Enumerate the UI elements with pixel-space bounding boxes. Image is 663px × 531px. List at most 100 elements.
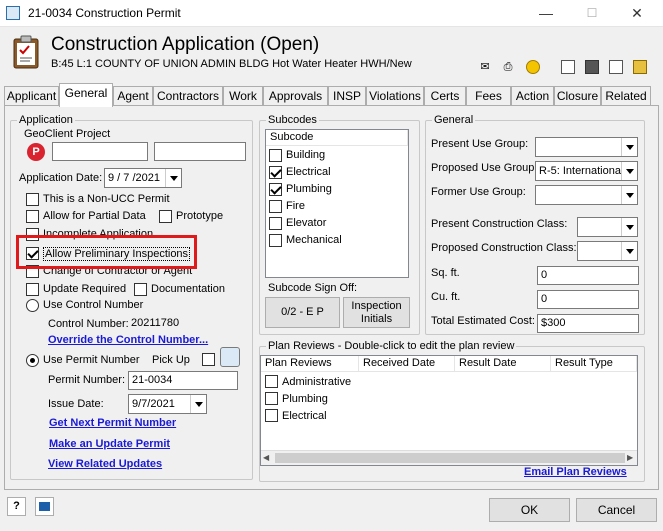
- plan-reviews-column-header[interactable]: Plan Reviews: [261, 356, 359, 372]
- geoclient-button[interactable]: P: [27, 143, 45, 161]
- general-group-label: General: [432, 114, 476, 126]
- tab-violations[interactable]: Violations: [366, 86, 424, 106]
- result-type-column-header[interactable]: Result Type: [551, 356, 637, 372]
- calculator-icon[interactable]: [35, 497, 54, 516]
- application-group-label: Application: [17, 114, 75, 126]
- lock-icon[interactable]: [633, 60, 647, 74]
- subcode-column-header[interactable]: Subcode: [266, 130, 408, 146]
- ok-button[interactable]: OK: [489, 498, 570, 522]
- subcode-label-building: Building: [286, 149, 326, 161]
- allow-prelim-label: Allow Preliminary Inspections: [43, 247, 191, 261]
- save-icon[interactable]: [585, 60, 599, 74]
- permit-number-input[interactable]: 21-0034: [128, 371, 238, 390]
- refresh-icon[interactable]: [220, 347, 240, 367]
- title-bar: 21-0034 Construction Permit — ☐ ✕: [0, 0, 663, 27]
- update-required-checkbox[interactable]: [26, 283, 39, 296]
- present-use-select[interactable]: [535, 137, 638, 157]
- subcode-checkbox-plumbing[interactable]: [269, 183, 282, 196]
- page-title: Construction Application (Open): [51, 34, 320, 55]
- minimize-button[interactable]: —: [526, 2, 566, 24]
- scroll-right-icon[interactable]: ▶: [627, 452, 637, 464]
- received-date-column-header[interactable]: Received Date: [359, 356, 455, 372]
- allow-prelim-checkbox[interactable]: [26, 247, 39, 260]
- next-permit-link[interactable]: Get Next Permit Number: [49, 417, 176, 429]
- close-button[interactable]: ✕: [617, 2, 657, 24]
- inspection-initials-button[interactable]: Inspection Initials: [343, 297, 410, 328]
- horizontal-scrollbar[interactable]: ◀ ▶: [261, 450, 637, 465]
- use-control-radio[interactable]: [26, 299, 39, 312]
- proposed-class-label: Proposed Construction Class:: [431, 242, 577, 254]
- documentation-checkbox[interactable]: [134, 283, 147, 296]
- chevron-down-icon[interactable]: [190, 395, 206, 413]
- maximize-button[interactable]: ☐: [572, 2, 612, 24]
- geoclient-field-1[interactable]: [52, 142, 148, 161]
- view-related-link[interactable]: View Related Updates: [48, 458, 162, 470]
- partial-data-checkbox[interactable]: [26, 210, 39, 223]
- proposed-use-select[interactable]: R-5: International: [535, 161, 638, 181]
- tab-action[interactable]: Action: [511, 86, 554, 106]
- tab-fees[interactable]: Fees: [466, 86, 511, 106]
- chevron-down-icon[interactable]: [621, 186, 637, 204]
- prototype-checkbox[interactable]: [159, 210, 172, 223]
- permit-number-label: Permit Number:: [48, 374, 126, 386]
- subcode-checkbox-elevator[interactable]: [269, 217, 282, 230]
- tab-agent[interactable]: Agent: [113, 86, 153, 106]
- subcode-checkbox-mechanical[interactable]: [269, 234, 282, 247]
- tab-applicant[interactable]: Applicant: [4, 86, 59, 106]
- tab-approvals[interactable]: Approvals: [263, 86, 328, 106]
- subcode-checkbox-fire[interactable]: [269, 200, 282, 213]
- plan-review-checkbox-administrative[interactable]: [265, 375, 278, 388]
- update-permit-link[interactable]: Make an Update Permit: [49, 438, 170, 450]
- application-date-picker[interactable]: 9 / 7 /2021: [104, 168, 182, 188]
- chevron-down-icon[interactable]: [621, 242, 637, 260]
- tab-closure[interactable]: Closure: [554, 86, 601, 106]
- tab-insp[interactable]: INSP: [328, 86, 366, 106]
- clock-icon[interactable]: [526, 60, 540, 74]
- chevron-down-icon[interactable]: [621, 218, 637, 236]
- subcode-label-electrical: Electrical: [286, 166, 331, 178]
- control-number-label: Control Number:: [48, 318, 129, 330]
- list-icon[interactable]: [609, 60, 623, 74]
- plan-review-checkbox-plumbing[interactable]: [265, 392, 278, 405]
- signoff-button[interactable]: 0/2 - E P: [265, 297, 340, 328]
- chevron-down-icon[interactable]: [165, 169, 181, 187]
- former-use-select[interactable]: [535, 185, 638, 205]
- sqft-input[interactable]: 0: [537, 266, 639, 285]
- geoclient-field-2[interactable]: [154, 142, 246, 161]
- plan-review-label-administrative: Administrative: [282, 376, 352, 388]
- pickup-checkbox[interactable]: [202, 353, 215, 366]
- tab-general[interactable]: General: [59, 83, 113, 107]
- email-plan-reviews-link[interactable]: Email Plan Reviews: [524, 466, 627, 478]
- document-icon[interactable]: [561, 60, 575, 74]
- print-icon[interactable]: ⎙: [501, 60, 515, 74]
- proposed-use-value: R-5: International: [539, 165, 624, 177]
- chevron-down-icon[interactable]: [621, 138, 637, 156]
- tab-certs[interactable]: Certs: [424, 86, 466, 106]
- proposed-class-select[interactable]: [577, 241, 638, 261]
- total-cost-input[interactable]: $300: [537, 314, 639, 333]
- use-permit-radio[interactable]: [26, 354, 39, 367]
- issue-date-label: Issue Date:: [48, 398, 104, 410]
- inspection-initials-line1: Inspection: [351, 300, 402, 312]
- chevron-down-icon[interactable]: [621, 162, 637, 180]
- cuft-input[interactable]: 0: [537, 290, 639, 309]
- application-date-value: 9 / 7 /2021: [108, 172, 160, 184]
- subcode-checkbox-electrical[interactable]: [269, 166, 282, 179]
- cancel-button[interactable]: Cancel: [576, 498, 657, 522]
- prototype-label: Prototype: [176, 210, 224, 222]
- tab-work[interactable]: Work: [223, 86, 263, 106]
- help-icon[interactable]: ?: [7, 497, 26, 516]
- subcode-label-fire: Fire: [286, 200, 305, 212]
- plan-review-checkbox-electrical[interactable]: [265, 409, 278, 422]
- issue-date-picker[interactable]: 9/7/2021: [128, 394, 207, 414]
- override-control-link[interactable]: Override the Control Number...: [48, 334, 208, 346]
- mail-icon[interactable]: ✉: [478, 60, 492, 74]
- subcode-checkbox-building[interactable]: [269, 149, 282, 162]
- result-date-column-header[interactable]: Result Date: [455, 356, 551, 372]
- present-class-select[interactable]: [577, 217, 638, 237]
- scrollbar-thumb[interactable]: [275, 453, 625, 463]
- tab-contractors[interactable]: Contractors: [153, 86, 223, 106]
- non-ucc-checkbox[interactable]: [26, 193, 39, 206]
- scroll-left-icon[interactable]: ◀: [263, 452, 273, 464]
- tab-related[interactable]: Related: [601, 86, 651, 106]
